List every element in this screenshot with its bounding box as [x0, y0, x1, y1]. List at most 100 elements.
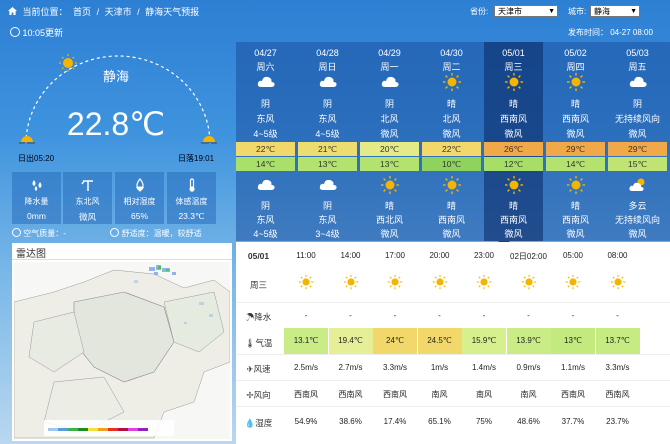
forecast-day-05-01[interactable]: 05/01 周三晴西南风 微风 26℃ 12℃ 晴西南风 微风	[484, 42, 543, 241]
row-divider	[236, 380, 670, 381]
forecast-date: 05/02	[564, 48, 587, 58]
forecast-day-wind-level: 4~5级	[315, 129, 340, 139]
forecast-day-wind-dir: 无持续风向	[614, 114, 660, 124]
row-divider	[236, 354, 670, 355]
forecast-night-wind-dir: 西南风	[437, 215, 465, 225]
hourly-col-6: 05:00 - 13℃ 1.1m/s 西南风 37.7%	[551, 242, 595, 444]
forecast-day-05-03[interactable]: 05/03 周五阴无持续风向 微风 29℃ 15℃ 多云 无持续风向 微风	[608, 42, 667, 241]
breadcrumb-city-link[interactable]: 天津市	[105, 7, 132, 17]
radar-map[interactable]	[14, 262, 230, 439]
chevron-down-icon: ▼	[630, 8, 637, 15]
sun-icon	[360, 175, 419, 197]
hourly-time: 11:00	[296, 251, 316, 260]
cloud-icon	[360, 72, 419, 94]
hourly-col-4: 23:00 - 15.9℃ 1.4m/s 南风 75%	[462, 242, 506, 444]
rain-drops-icon	[32, 180, 42, 191]
forecast-low-temp: 10℃	[422, 157, 481, 171]
forecast-day-04-27[interactable]: 04/27 周六阴东风 4~5级 22℃ 14℃ 阴东风 4~5级	[236, 42, 295, 241]
hourly-wind-dir: 南风	[476, 390, 492, 399]
hourly-wind-dir: 南风	[431, 390, 448, 399]
sun-icon	[596, 274, 640, 292]
sunset-time: 日落19:01	[178, 154, 215, 163]
forecast-day-04-28[interactable]: 04/28 周日阴东风 4~5级 21℃ 13℃ 阴东风 3~4级	[298, 42, 357, 241]
home-icon	[8, 7, 20, 17]
hourly-col-0: 11:00 - 13.1℃ 2.5m/s 西南风 54.9%	[284, 242, 328, 444]
forecast-night-weather: 晴	[508, 201, 518, 211]
forecast-date: 05/01	[502, 48, 525, 58]
city-select[interactable]: 静海 ▼	[590, 5, 640, 17]
hourly-precip: -	[393, 311, 397, 320]
hourly-wind-speed: 1.1m/s	[560, 363, 585, 372]
hourly-precip: -	[527, 311, 530, 320]
hourly-precip: -	[571, 311, 575, 320]
forecast-night-wind-dir: 东风	[318, 215, 337, 225]
forecast-night-wind-level: 微风	[380, 229, 399, 239]
forecast-night-wind-level: 微风	[628, 229, 647, 239]
breadcrumb-home-link[interactable]: 首页	[73, 7, 91, 17]
sun-icon	[422, 72, 481, 94]
forecast-night-weather: 晴	[384, 201, 394, 211]
cloud-icon	[236, 175, 295, 197]
hourly-humidity: 65.1%	[428, 417, 451, 426]
forecast-day-04-30[interactable]: 04/30 周二晴北风 微风 22℃ 10℃ 晴西南风 微风	[422, 42, 481, 241]
hourly-col-1: 14:00 - 19.4℃ 2.7m/s 西南风 38.6%	[328, 242, 373, 444]
forecast-low-temp: 12℃	[484, 157, 543, 171]
forecast-night-wind-dir: 东风	[256, 215, 275, 225]
update-time: 10:05更新	[10, 26, 63, 39]
forecast-day-05-02[interactable]: 05/02 周四晴西南风 微风 29℃ 14℃ 晴西南风 微风	[546, 42, 605, 241]
hourly-temp: 19.4℃	[328, 328, 373, 354]
comfort-icon	[110, 228, 120, 237]
hourly-col-3: 20:00 - 24.5℃ 1m/s 南风 65.1%	[417, 242, 462, 444]
forecast-night-weather: 晴	[446, 201, 456, 211]
chevron-down-icon: ▼	[548, 8, 555, 15]
hourly-temp: 13.9℃	[506, 328, 551, 354]
publish-time: 发布时间： 04-27 08:00	[568, 28, 653, 37]
hourly-forecast-table: 05/01 周三 ☂降水 🌡气温 ✈风速 ✢风向 💧湿度 11:00 - 13.1℃…	[236, 242, 670, 444]
hourly-temp: 13.1℃	[284, 328, 328, 354]
row-label-humidity: 💧湿度	[244, 418, 273, 428]
forecast-night-wind-level: 4~5级	[253, 229, 278, 239]
sun-icon	[484, 175, 543, 197]
compass-icon: ✢	[246, 390, 254, 400]
hourly-wind-dir: 西南风	[383, 390, 407, 399]
forecast-night-wind-level: 微风	[566, 229, 585, 239]
forecast-day-weather: 阴	[384, 99, 394, 109]
forecast-day-wind-level: 微风	[380, 129, 399, 139]
sun-icon	[373, 274, 417, 292]
forecast-day-wind-level: 微风	[442, 129, 461, 139]
cloud-icon	[298, 72, 357, 94]
forecast-night-wind-level: 微风	[442, 229, 461, 239]
forecast-high-temp: 22℃	[422, 142, 481, 156]
cloud-icon	[236, 72, 295, 94]
forecast-date: 04/28	[316, 48, 339, 58]
sun-icon	[551, 274, 595, 292]
forecast-night-weather: 多云	[628, 201, 647, 211]
hourly-precip: -	[349, 311, 352, 320]
forecast-day-wind-dir: 东风	[318, 114, 337, 124]
cloud-icon	[608, 72, 667, 94]
sun-icon	[422, 175, 481, 197]
forecast-day-wind-dir: 西南风	[499, 114, 527, 124]
hourly-humidity: 23.7%	[606, 417, 629, 426]
precip-icon: ☂	[245, 312, 255, 322]
forecast-day-04-29[interactable]: 04/29 周一阴北风 微风 20℃ 13℃ 晴西北风 微风	[360, 42, 419, 241]
sun-icon	[418, 274, 462, 292]
city-select-value: 静海	[594, 7, 610, 16]
air-quality: 空气质量：-	[23, 229, 66, 238]
sun-icon	[462, 274, 506, 292]
hourly-humidity: 38.6%	[339, 417, 362, 426]
forecast-high-temp: 29℃	[546, 142, 605, 156]
province-select[interactable]: 天津市 ▼	[494, 5, 558, 17]
thermometer-icon: 🌡	[244, 338, 256, 348]
hourly-wind-speed: 3.3m/s	[382, 363, 407, 372]
province-label: 省份:	[470, 7, 489, 16]
forecast-night-wind-level: 微风	[504, 229, 523, 239]
hourly-col-5: 02日02:00 - 13.9℃ 0.9m/s 南风 48.6%	[506, 242, 551, 444]
forecast-day-weather: 阴	[322, 99, 332, 109]
hourly-precip: -	[482, 311, 486, 320]
stat-humidity: 相对湿度 65%	[115, 172, 164, 224]
hourly-time: 20:00	[429, 251, 450, 260]
forecast-day-wind-dir: 东风	[256, 114, 275, 124]
radar-panel: 雷达图	[12, 243, 232, 441]
hourly-time: 14:00	[340, 251, 361, 260]
